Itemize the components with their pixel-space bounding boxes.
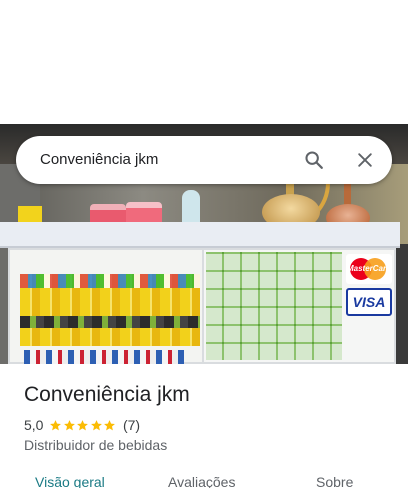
search-button[interactable] (298, 144, 330, 176)
tab-reviews[interactable]: Avaliações (168, 474, 235, 488)
photo-product-boxes (206, 252, 342, 360)
search-icon (305, 151, 323, 169)
rating-stars (49, 419, 117, 432)
star-icon (64, 419, 75, 430)
rating-row[interactable]: 5,0 (7) (24, 416, 140, 434)
rating-value: 5,0 (24, 417, 44, 433)
photo-counter-top (0, 222, 400, 248)
tab-overview[interactable]: Visão geral (35, 474, 105, 488)
search-bar[interactable]: Conveniência jkm (16, 136, 392, 184)
place-tabs: Visão geral Avaliações Sobre (0, 474, 408, 488)
blank-header-area (0, 0, 408, 124)
review-count[interactable]: (7) (123, 417, 140, 433)
place-title: Conveniência jkm (24, 383, 190, 406)
place-info-panel: Conveniência jkm 5,0 (7) Distribuidor de… (0, 364, 408, 488)
star-icon (77, 419, 89, 430)
clear-search-button[interactable] (349, 144, 381, 176)
photo-shelf-products (20, 316, 200, 328)
star-icon (91, 419, 102, 430)
visa-logo: VISA (346, 288, 392, 316)
star-icon (104, 419, 116, 430)
photo-shelf-products (20, 274, 200, 288)
close-icon (358, 153, 372, 167)
star-icon (50, 419, 62, 430)
photo-bottles (24, 350, 184, 364)
tab-about[interactable]: Sobre (316, 474, 353, 488)
place-category[interactable]: Distribuidor de bebidas (24, 437, 167, 453)
search-input[interactable]: Conveniência jkm (40, 136, 158, 184)
mastercard-logo-text: MasterCard (346, 264, 391, 273)
